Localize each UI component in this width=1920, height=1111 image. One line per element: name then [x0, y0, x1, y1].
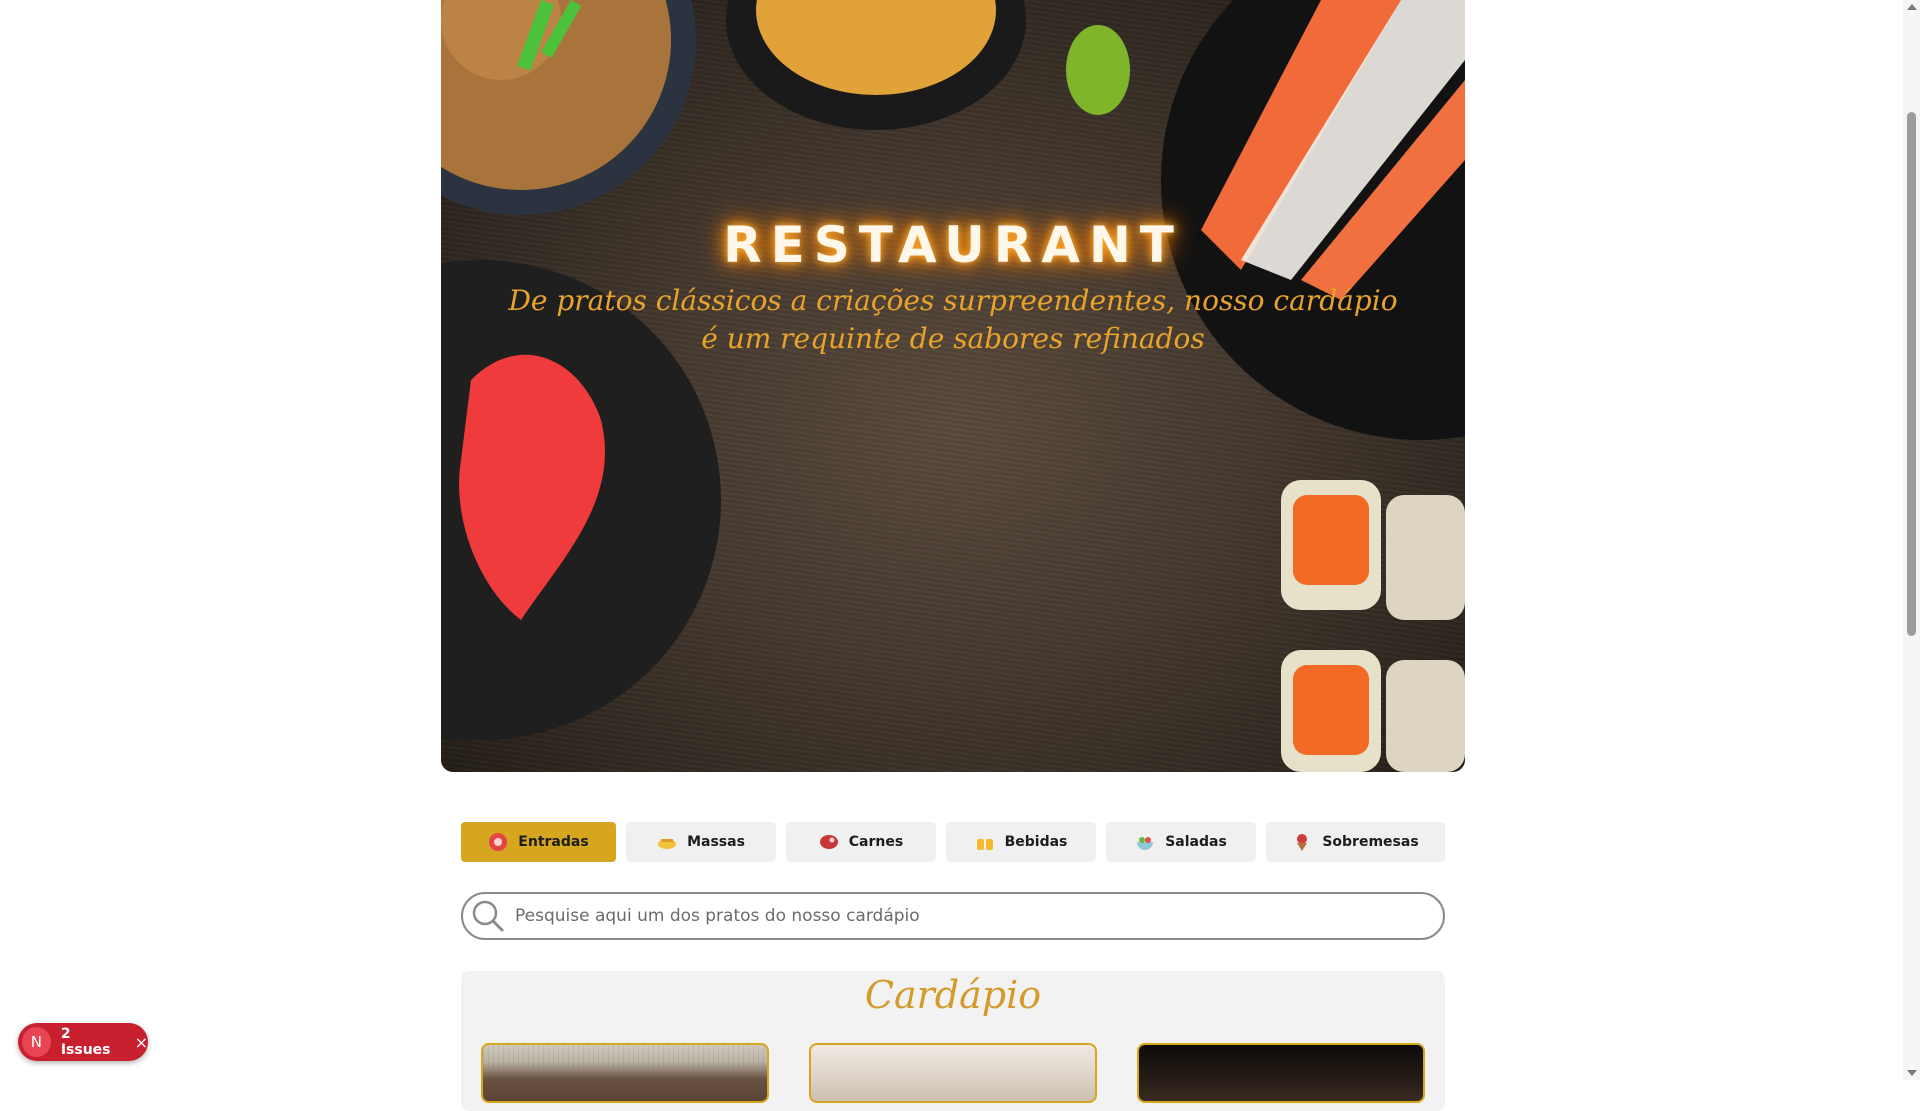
menu-card[interactable]: [1137, 1043, 1425, 1103]
meat-icon: [819, 835, 838, 849]
tab-label: Massas: [687, 834, 745, 850]
tab-entradas[interactable]: Entradas: [461, 822, 616, 862]
salad-icon: [1137, 837, 1154, 850]
tomato-icon: [489, 833, 508, 851]
search-icon: [472, 900, 504, 932]
hero-food-illustration: [441, 0, 1465, 772]
category-tabs: Entradas Massas Carnes Bebidas Saladas S…: [461, 822, 1445, 862]
card-image: [483, 1045, 767, 1067]
tab-massas[interactable]: Massas: [626, 822, 776, 862]
hero-title: RESTAURANT: [723, 216, 1183, 274]
pasta-icon: [658, 839, 677, 849]
tab-label: Carnes: [848, 834, 904, 850]
close-icon[interactable]: ×: [135, 1033, 148, 1052]
dessert-icon: [1297, 834, 1308, 851]
hero-banner: RESTAURANT De pratos clássicos a criaçõe…: [441, 0, 1465, 772]
scroll-up-arrow-icon[interactable]: [1907, 4, 1917, 10]
scrollbar-thumb[interactable]: [1907, 112, 1916, 636]
drinks-icon: [976, 839, 993, 850]
issues-avatar: N: [22, 1027, 51, 1057]
tab-label: Bebidas: [1004, 834, 1068, 850]
menu-card[interactable]: [809, 1043, 1097, 1103]
issues-label: 2 Issues: [60, 1026, 111, 1058]
search-input[interactable]: [513, 905, 1443, 927]
scrollbar[interactable]: [1903, 0, 1920, 1080]
hero-subtitle: De pratos clássicos a criações surpreend…: [508, 284, 1398, 355]
tab-carnes[interactable]: Carnes: [786, 822, 936, 862]
menu-section: Cardápio: [461, 971, 1445, 1111]
tab-label: Sobremesas: [1322, 834, 1419, 850]
wasabi: [1066, 25, 1130, 115]
menu-card[interactable]: [481, 1043, 769, 1103]
search-bar: [461, 892, 1445, 940]
menu-title: Cardápio: [864, 973, 1042, 1017]
tab-label: Saladas: [1165, 834, 1227, 850]
scroll-down-arrow-icon[interactable]: [1907, 1070, 1917, 1076]
tab-bebidas[interactable]: Bebidas: [946, 822, 1096, 862]
tab-label: Entradas: [518, 834, 589, 850]
tab-sobremesas[interactable]: Sobremesas: [1266, 822, 1445, 862]
tab-saladas[interactable]: Saladas: [1106, 822, 1256, 862]
issues-badge[interactable]: N 2 Issues ×: [18, 1023, 148, 1061]
